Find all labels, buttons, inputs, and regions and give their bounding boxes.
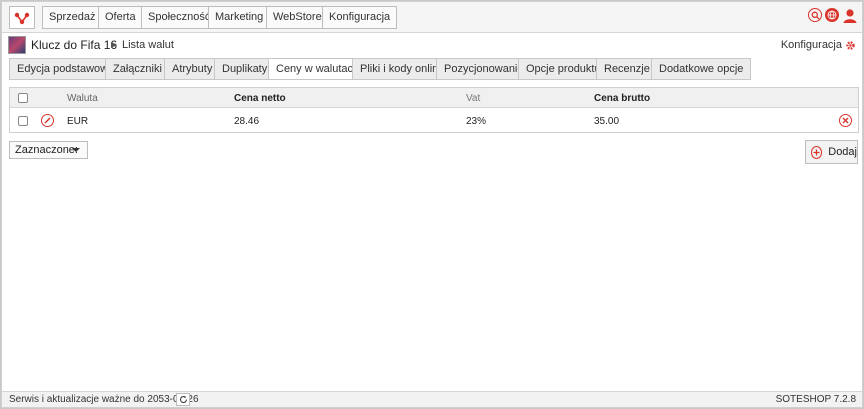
menu-konfiguracja[interactable]: Konfiguracja [322, 6, 398, 29]
search-icon[interactable] [808, 8, 822, 22]
tab-recenzje[interactable]: Recenzje [596, 58, 658, 80]
menu-sprzedaz[interactable]: Sprzedaż [42, 6, 103, 29]
header-gross-price: Cena brutto [594, 93, 651, 104]
page-title: Klucz do Fifa 16 [31, 38, 118, 52]
tab-zalaczniki[interactable]: Załączniki [105, 58, 170, 80]
service-info: Serwis i aktualizacje ważne do 2053-08-2… [9, 394, 199, 405]
breadcrumb: Lista walut [122, 39, 174, 51]
cell-vat: 23% [466, 116, 487, 127]
top-menu-bar: Sprzedaż Oferta Społeczność Marketing We… [2, 2, 862, 33]
version-label: SOTESHOP 7.2.8 [775, 394, 856, 405]
tab-dodatkowe-opcje[interactable]: Dodatkowe opcje [651, 58, 752, 80]
breadcrumb-arrow-icon: ▶ [111, 40, 118, 49]
menu-spolecznosc[interactable]: Społeczność [141, 6, 218, 29]
gear-icon[interactable] [845, 40, 856, 51]
globe-icon[interactable] [825, 8, 839, 22]
tab-atrybuty[interactable]: Atrybuty [164, 58, 221, 80]
config-link[interactable]: Konfiguracja [781, 39, 856, 51]
app-window: Sprzedaż Oferta Społeczność Marketing We… [1, 1, 863, 408]
top-icons [808, 8, 858, 24]
add-button-label: Dodaj [828, 146, 857, 158]
bulk-action-select[interactable]: Zaznaczone: [9, 141, 88, 159]
cell-net-price: 28.46 [234, 116, 260, 127]
cell-gross-price: 35.00 [594, 116, 620, 127]
bulk-action-label: Zaznaczone: [15, 144, 78, 156]
header-currency: Waluta [67, 93, 98, 104]
header-net-price: Cena netto [234, 93, 286, 104]
table-header: Waluta Cena netto Vat Cena brutto [10, 88, 858, 108]
footer-bar: Serwis i aktualizacje ważne do 2053-08-2… [2, 391, 862, 407]
select-all-checkbox[interactable] [18, 93, 28, 103]
menu-oferta[interactable]: Oferta [98, 6, 143, 29]
table-row: EUR 28.46 23% 35.00 [10, 109, 858, 132]
product-thumbnail [8, 36, 26, 54]
header-vat: Vat [466, 93, 481, 104]
row-checkbox[interactable] [18, 116, 28, 126]
menu-webstore[interactable]: WebStore [266, 6, 329, 29]
menu-marketing[interactable]: Marketing [208, 6, 271, 29]
user-icon[interactable] [842, 8, 858, 24]
cell-currency: EUR [67, 116, 89, 127]
logo-icon[interactable] [9, 6, 35, 29]
config-link-label[interactable]: Konfiguracja [781, 39, 842, 51]
caret-down-icon [72, 148, 80, 152]
add-icon [811, 145, 823, 159]
currency-table: Waluta Cena netto Vat Cena brutto EUR 28… [9, 87, 859, 133]
edit-icon[interactable] [41, 114, 54, 127]
tab-duplikaty[interactable]: Duplikaty [214, 58, 276, 80]
add-button[interactable]: Dodaj [805, 140, 858, 164]
delete-icon[interactable] [839, 114, 852, 127]
refresh-icon[interactable] [176, 393, 190, 406]
